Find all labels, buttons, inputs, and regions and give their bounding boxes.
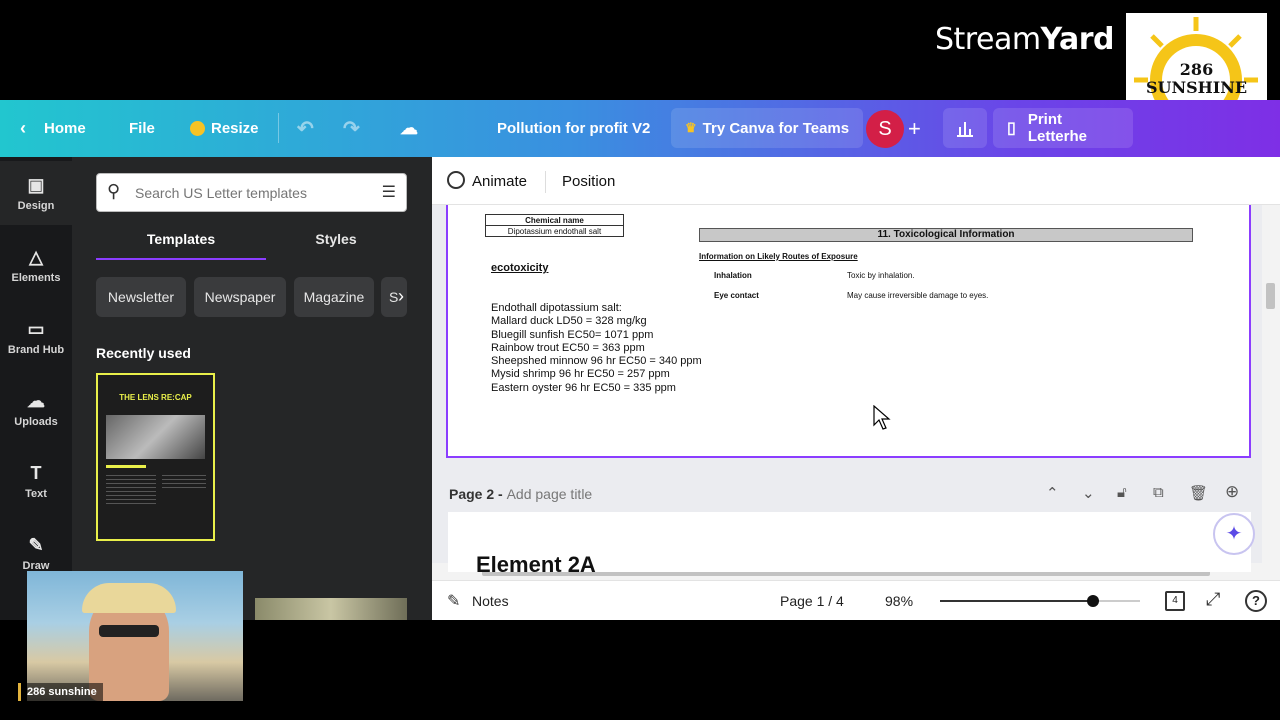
magic-assistant-icon[interactable]: ✦ [1213, 513, 1255, 555]
list-item: Mysid shrimp 96 hr EC50 = 257 ppm [491, 368, 670, 381]
section-title: 11. Toxicological Information [877, 229, 1015, 240]
eye-contact-label: Eye contact [714, 291, 759, 300]
chemical-table: Chemical name Dipotassium endothall salt [485, 214, 624, 237]
design-icon: ▣ [27, 175, 45, 195]
animate-button[interactable]: Animate [472, 173, 527, 190]
help-icon[interactable]: ? [1245, 590, 1267, 612]
page-2[interactable]: Element 2A [448, 512, 1251, 577]
search-input[interactable] [135, 182, 365, 204]
eye-contact-value: May cause irreversible damage to eyes. [847, 291, 989, 300]
rail-item-uploads[interactable]: ☁ Uploads [0, 377, 72, 441]
active-tab-indicator [96, 258, 266, 260]
webcam-feed [27, 571, 243, 701]
page-2-peek-text: Element 2A [476, 552, 596, 577]
routes-heading: Information on Likely Routes of Exposure [699, 252, 858, 261]
zoom-slider-handle[interactable] [1087, 595, 1099, 607]
filter-icon[interactable]: ☰ [382, 182, 396, 202]
tab-styles[interactable]: Styles [266, 231, 406, 247]
page-indicator[interactable]: Page 1 / 4 [780, 593, 844, 609]
sunglasses [99, 625, 159, 637]
add-page-title[interactable]: Add page title [507, 486, 593, 502]
editor-toolbar: Animate Position [432, 157, 1280, 205]
tab-templates[interactable]: Templates [96, 231, 266, 247]
zoom-level[interactable]: 98% [885, 593, 913, 609]
cloud-save-icon[interactable]: ☁ [400, 100, 418, 157]
resize-button[interactable]: Resize [190, 100, 259, 157]
upload-cloud-icon: ☁ [27, 391, 45, 411]
chem-header: Chemical name [486, 216, 623, 226]
cam-name-label: 286 sunshine [18, 683, 103, 701]
undo-icon[interactable]: ↶ [297, 100, 314, 157]
position-button[interactable]: Position [562, 173, 615, 190]
page-down-icon[interactable]: ⌄ [1082, 484, 1095, 502]
user-avatar[interactable]: S [866, 110, 904, 148]
rail-item-brand-hub[interactable]: ▭ Brand Hub [0, 305, 72, 369]
inhalation-value: Toxic by inhalation. [847, 271, 915, 280]
notes-icon: ✎ [447, 593, 461, 610]
list-item: Eastern oyster 96 hr EC50 = 335 ppm [491, 381, 676, 394]
template-thumb-partial[interactable] [255, 598, 407, 620]
chevron-left-icon: ‹ [20, 118, 26, 138]
template-search[interactable]: ⚲ ☰ [96, 173, 407, 212]
canva-top-bar: ‹ Home File Resize ↶ ↷ ☁ Pollution for pr… [0, 100, 1280, 157]
page-2-label: Page 2 - Add page title [449, 486, 593, 502]
mouse-cursor-icon [873, 405, 891, 430]
chem-value: Dipotassium endothall salt [507, 227, 602, 236]
lock-icon[interactable]: 🔓︎ [1117, 484, 1127, 501]
brand-hub-icon: ▭ [27, 319, 45, 339]
document-title[interactable]: Pollution for profit V2 [497, 100, 650, 157]
recently-used-heading: Recently used [96, 345, 191, 361]
draw-icon: ✎ [28, 535, 44, 555]
chip-newspaper[interactable]: Newspaper [194, 277, 286, 317]
page-1[interactable]: Chemical name Dipotassium endothall salt… [446, 205, 1251, 458]
page-up-icon[interactable]: ⌃ [1046, 484, 1059, 502]
rail-item-design[interactable]: ▣ Design [0, 161, 72, 225]
notes-button[interactable]: Notes [472, 593, 509, 609]
elements-icon: △ [29, 247, 43, 267]
streamyard-brand: StreamYard [935, 22, 1115, 57]
chip-newsletter[interactable]: Newsletter [96, 277, 186, 317]
ecotoxicity-heading: ecotoxicity [491, 262, 549, 274]
thumb-title: THE LENS RE:CAP [119, 393, 192, 402]
print-letterhead-button[interactable]: ▯ Print Letterhe [993, 108, 1133, 148]
zoom-slider-fill [940, 600, 1093, 602]
list-item: Rainbow trout EC50 = 363 ppm [491, 341, 645, 354]
zoom-slider[interactable] [940, 595, 1140, 607]
rail-item-elements[interactable]: △ Elements [0, 233, 72, 297]
list-item: Sheepshed minnow 96 hr EC50 = 340 ppm [491, 355, 702, 368]
document-icon: ▯ [1007, 120, 1016, 137]
list-item: Endothall dipotassium salt: [491, 302, 622, 314]
home-button[interactable]: ‹ Home [20, 100, 86, 157]
inhalation-label: Inhalation [714, 271, 752, 280]
fullscreen-icon[interactable]: ⤢ [1206, 589, 1220, 610]
crown-icon [190, 121, 205, 136]
list-item: Bluegill sunfish EC50= 1071 ppm [491, 328, 654, 341]
section-header-bar: 11. Toxicological Information [699, 228, 1193, 242]
divider [278, 113, 279, 143]
animate-icon [447, 171, 465, 189]
analytics-icon[interactable] [943, 108, 987, 148]
search-icon: ⚲ [107, 181, 121, 201]
ecotoxicity-list: Endothall dipotassium salt: Mallard duck… [491, 302, 702, 395]
rail-item-text[interactable]: T Text [0, 449, 72, 513]
delete-icon[interactable]: 🗑︎ [1189, 484, 1208, 502]
duplicate-icon[interactable]: ⧉ [1153, 484, 1164, 501]
recent-template-thumb[interactable]: THE LENS RE:CAP [96, 373, 215, 541]
add-page-icon[interactable]: ⊕ [1225, 482, 1239, 502]
thumb-photo [106, 415, 205, 459]
add-people-icon[interactable]: + [908, 100, 921, 157]
text-icon: T [30, 463, 42, 483]
chevron-right-icon[interactable]: › [398, 286, 404, 307]
file-menu[interactable]: File [129, 100, 155, 157]
try-teams-button[interactable]: ♛ Try Canva for Teams [671, 108, 864, 148]
vertical-scrollbar[interactable] [1262, 205, 1280, 580]
redo-icon[interactable]: ↷ [343, 100, 360, 157]
crown-icon: ♛ [685, 120, 697, 135]
bottom-bar: ✎ Notes Page 1 / 4 98% 4 ⤢ ? [432, 580, 1280, 620]
chip-magazine[interactable]: Magazine [294, 277, 374, 317]
left-rail: ▣ Design △ Elements ▭ Brand Hub ☁ Uploads TT… [0, 157, 72, 620]
page-grid-button[interactable]: 4 [1165, 591, 1185, 611]
scroll-thumb[interactable] [1266, 283, 1275, 309]
list-item: Mallard duck LD50 = 328 mg/kg [491, 315, 647, 328]
